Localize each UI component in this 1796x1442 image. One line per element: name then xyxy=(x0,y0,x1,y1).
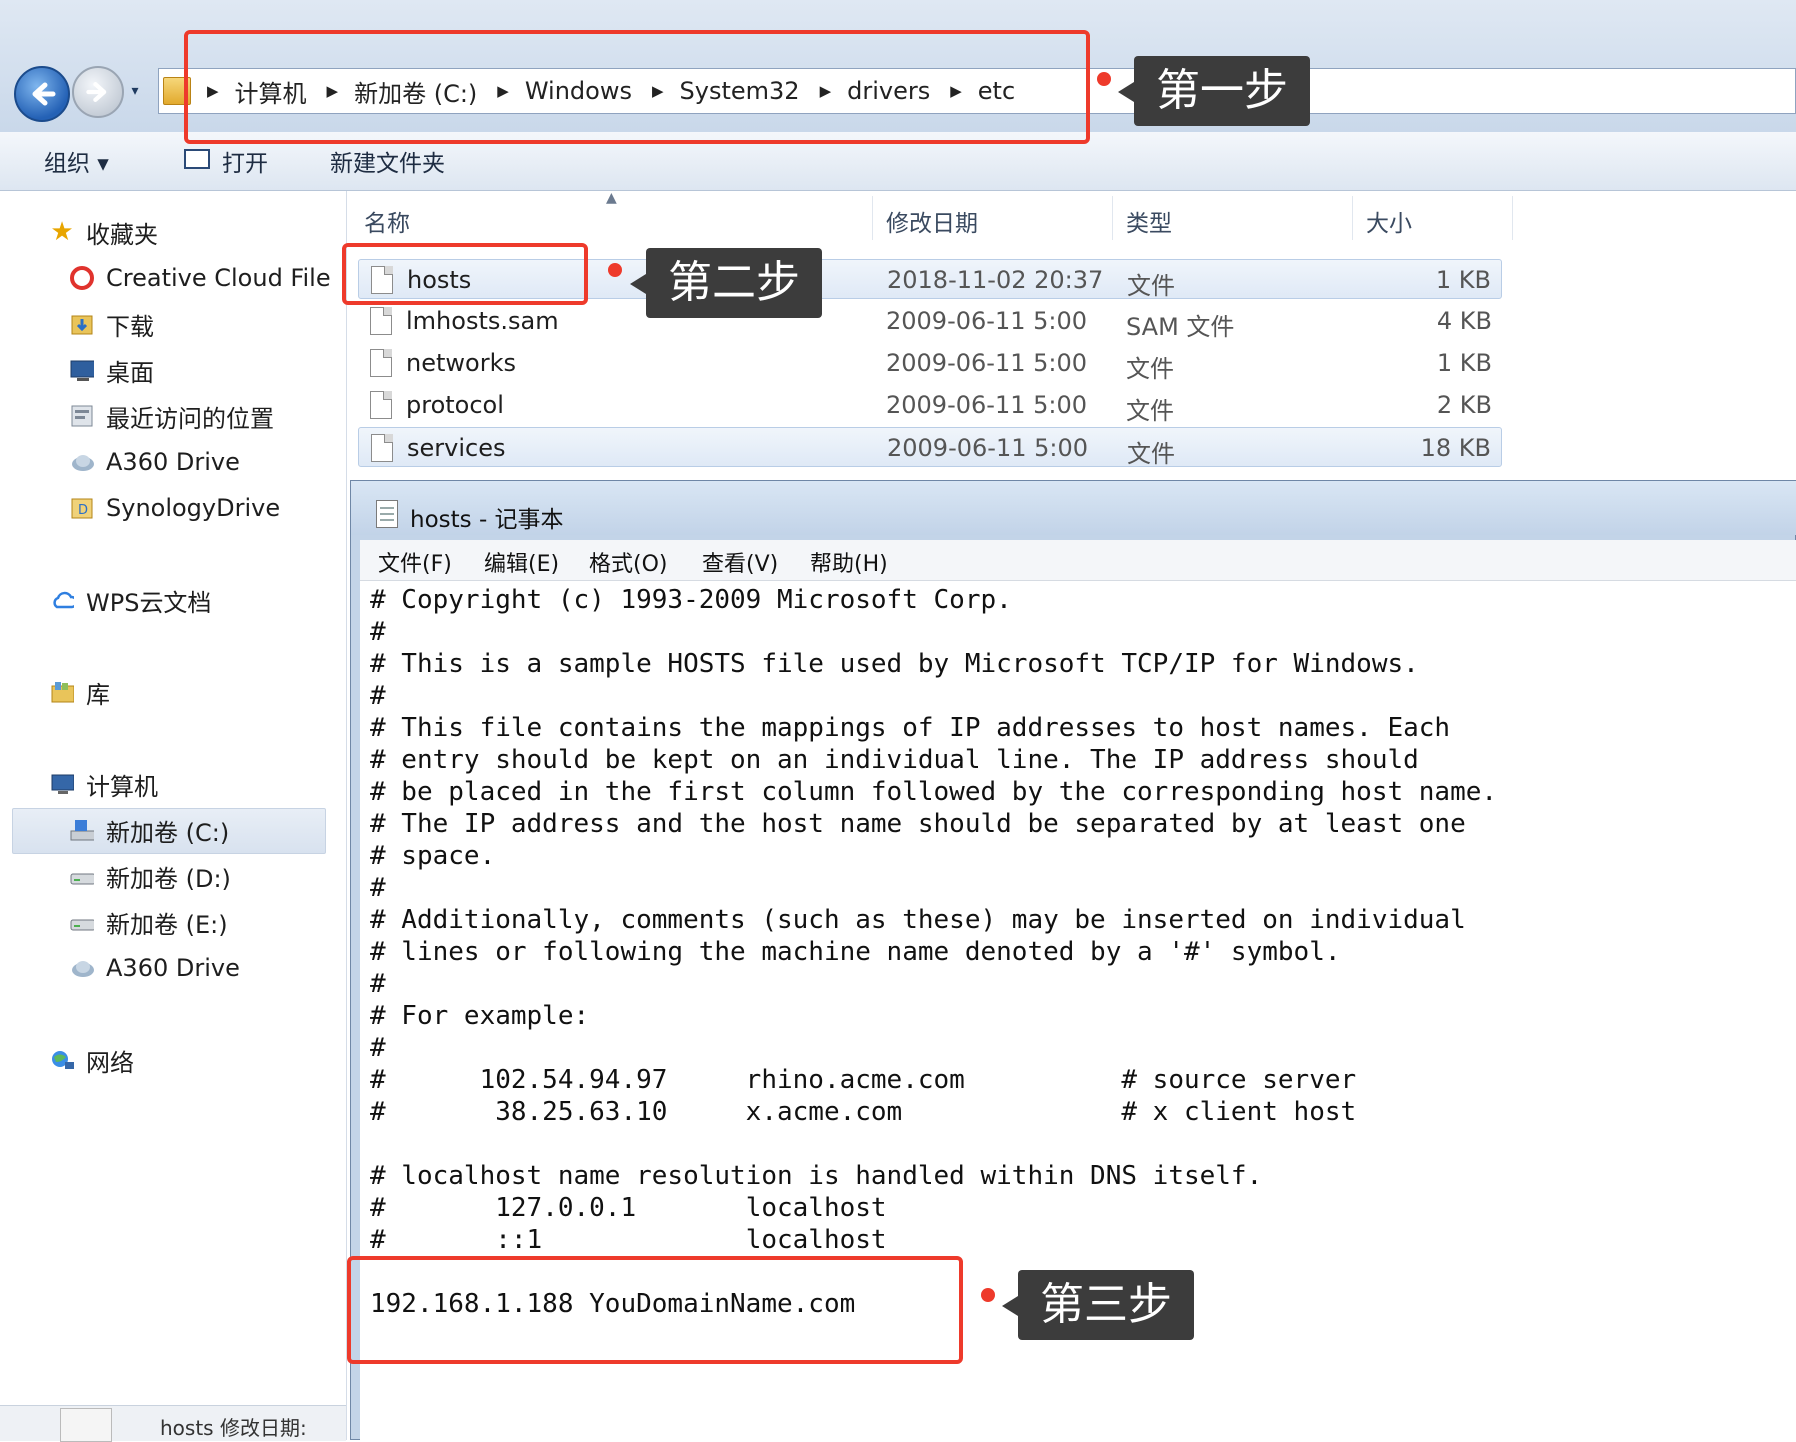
file-size: 1 KB xyxy=(1435,266,1491,294)
file-icon xyxy=(370,307,392,335)
nav-favorites[interactable]: ★ 收藏夹 xyxy=(50,213,158,251)
notepad-text-content[interactable]: # Copyright (c) 1993-2009 Microsoft Corp… xyxy=(370,584,1497,1320)
file-date: 2009-06-11 5:00 xyxy=(886,349,1087,377)
file-icon xyxy=(370,391,392,419)
drive-icon xyxy=(70,910,94,934)
notepad-menu-bar xyxy=(360,540,1796,581)
nav-a360-drive[interactable]: A360 Drive xyxy=(70,443,240,481)
nav-a360-drive-computer[interactable]: A360 Drive xyxy=(70,949,240,987)
file-date: 2009-06-11 5:00 xyxy=(887,434,1088,462)
nav-desktop[interactable]: 桌面 xyxy=(70,351,154,389)
menu-edit[interactable]: 编辑(E) xyxy=(484,546,559,578)
step3-highlight-box xyxy=(347,1256,963,1364)
wps-cloud-icon xyxy=(50,588,74,612)
file-date: 2018-11-02 20:37 xyxy=(887,266,1104,294)
file-type: 文件 xyxy=(1126,397,1174,425)
arrow-left-icon xyxy=(32,82,56,106)
nav-drive-d[interactable]: 新加卷 (D:) xyxy=(70,857,231,895)
notepad-title: hosts - 记事本 xyxy=(410,507,564,533)
desktop-icon xyxy=(70,358,94,382)
step3-callout: 第三步 xyxy=(1002,1270,1194,1340)
file-row-networks[interactable]: networks 2009-06-11 5:00 文件 1 KB xyxy=(358,343,1502,383)
downloads-folder-icon xyxy=(70,312,94,336)
back-button[interactable] xyxy=(14,66,70,122)
step1-highlight-box xyxy=(184,30,1090,144)
library-icon xyxy=(50,680,74,704)
step2-callout: 第二步 xyxy=(630,248,822,318)
nav-library[interactable]: 库 xyxy=(50,673,110,711)
file-size: 1 KB xyxy=(1436,349,1492,377)
notepad-icon xyxy=(376,500,398,528)
forward-button[interactable] xyxy=(72,66,124,118)
column-divider[interactable] xyxy=(1112,196,1113,240)
column-header-type[interactable]: 类型 xyxy=(1126,204,1172,238)
step2-marker-dot xyxy=(608,263,622,277)
step2-highlight-box xyxy=(342,243,588,305)
arrow-right-icon xyxy=(86,82,107,102)
column-divider[interactable] xyxy=(1352,196,1353,240)
file-type: 文件 xyxy=(1126,355,1174,383)
step3-marker-dot xyxy=(981,1288,995,1302)
details-file-label: hosts 修改日期: xyxy=(160,1416,307,1440)
menu-view[interactable]: 查看(V) xyxy=(702,546,778,578)
new-folder-button[interactable]: 新建文件夹 xyxy=(330,144,445,178)
step1-marker-dot xyxy=(1097,72,1111,86)
nav-drive-e[interactable]: 新加卷 (E:) xyxy=(70,903,228,941)
svg-text:D: D xyxy=(78,503,88,518)
notepad-title-bar[interactable] xyxy=(351,481,1796,535)
file-row-lmhosts[interactable]: lmhosts.sam 2009-06-11 5:00 SAM 文件 4 KB xyxy=(358,301,1502,341)
column-header-size[interactable]: 大小 xyxy=(1366,204,1412,238)
file-name: services xyxy=(407,434,506,462)
menu-format[interactable]: 格式(O) xyxy=(589,546,667,578)
file-type: SAM 文件 xyxy=(1126,313,1235,341)
file-row-protocol[interactable]: protocol 2009-06-11 5:00 文件 2 KB xyxy=(358,385,1502,425)
nav-computer[interactable]: 计算机 xyxy=(50,765,158,803)
recent-places-icon xyxy=(70,404,94,428)
file-size: 4 KB xyxy=(1436,307,1492,335)
a360-cloud-icon xyxy=(70,956,94,980)
nav-network[interactable]: 网络 xyxy=(50,1041,134,1079)
open-icon xyxy=(184,149,210,169)
file-date: 2009-06-11 5:00 xyxy=(886,307,1087,335)
a360-cloud-icon xyxy=(70,450,94,474)
file-thumbnail-icon xyxy=(60,1408,112,1442)
organize-button[interactable]: 组织 ▾ xyxy=(44,144,109,178)
network-icon xyxy=(50,1048,74,1072)
sort-ascending-icon: ▲ xyxy=(606,190,617,206)
drive-icon xyxy=(70,864,94,888)
column-header-name[interactable]: 名称 xyxy=(364,204,410,238)
file-size: 2 KB xyxy=(1436,391,1492,419)
file-date: 2009-06-11 5:00 xyxy=(886,391,1087,419)
computer-icon xyxy=(50,772,74,796)
file-size: 18 KB xyxy=(1420,434,1491,462)
system-drive-icon xyxy=(70,818,94,842)
nav-creative-cloud[interactable]: Creative Cloud File xyxy=(70,259,331,297)
file-type: 文件 xyxy=(1127,272,1175,300)
step1-callout: 第一步 xyxy=(1118,56,1310,126)
file-name: protocol xyxy=(406,391,504,419)
column-divider[interactable] xyxy=(872,196,873,240)
file-row-services[interactable]: services 2009-06-11 5:00 文件 18 KB xyxy=(358,427,1502,468)
menu-file[interactable]: 文件(F) xyxy=(378,546,452,578)
nav-downloads[interactable]: 下载 xyxy=(70,305,154,343)
file-name: lmhosts.sam xyxy=(406,307,559,335)
column-header-date[interactable]: 修改日期 xyxy=(886,204,978,238)
nav-wps-cloud[interactable]: WPS云文档 xyxy=(50,581,211,619)
menu-help[interactable]: 帮助(H) xyxy=(810,546,888,578)
history-dropdown-icon[interactable]: ▾ xyxy=(126,82,144,100)
creative-cloud-icon xyxy=(70,266,94,290)
file-icon xyxy=(371,434,393,462)
nav-drive-c[interactable]: 新加卷 (C:) xyxy=(70,811,229,849)
open-button[interactable]: 打开 xyxy=(222,144,268,178)
synology-drive-icon: D xyxy=(70,496,94,520)
nav-synology-drive[interactable]: D SynologyDrive xyxy=(70,489,280,527)
file-name: networks xyxy=(406,349,516,377)
nav-recent-places[interactable]: 最近访问的位置 xyxy=(70,397,274,435)
file-icon xyxy=(370,349,392,377)
file-type: 文件 xyxy=(1127,440,1175,468)
column-divider[interactable] xyxy=(1512,196,1513,240)
star-icon: ★ xyxy=(50,217,74,247)
